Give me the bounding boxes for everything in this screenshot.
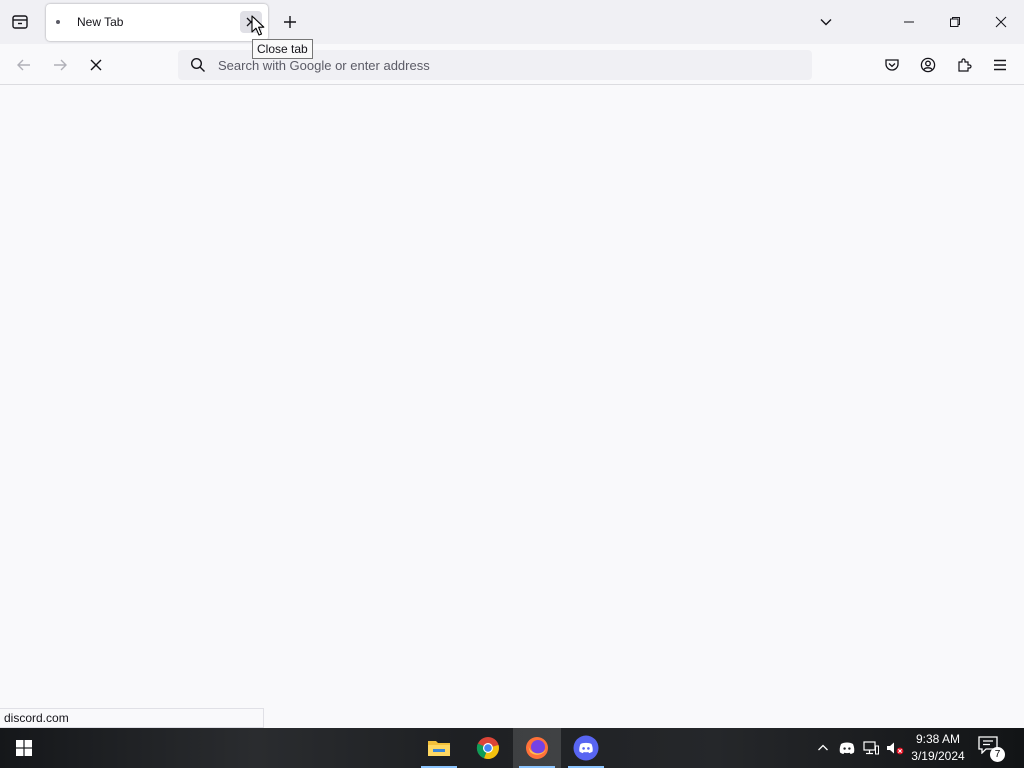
start-button[interactable] (0, 728, 48, 768)
minimize-button[interactable] (886, 0, 932, 44)
page-content (0, 85, 1024, 728)
window-close-button[interactable] (978, 0, 1024, 44)
file-explorer-icon (428, 741, 450, 756)
stop-icon (90, 59, 102, 71)
clock-time: 9:38 AM (915, 732, 961, 746)
chevron-up-icon (818, 744, 828, 751)
taskbar: 9:38 AM 3/19/2024 7 (0, 728, 1024, 768)
extensions-button[interactable] (949, 50, 979, 80)
search-icon (190, 57, 205, 72)
tab-new-tab[interactable]: New Tab (46, 4, 268, 41)
firefox-view-icon (12, 15, 28, 29)
discord-tray-icon (839, 742, 855, 754)
taskbar-clock[interactable]: 9:38 AM 3/19/2024 (906, 731, 970, 765)
restore-icon (950, 17, 960, 27)
mouse-cursor-icon (251, 15, 265, 36)
tray-discord[interactable] (837, 738, 857, 758)
chrome-icon (476, 737, 499, 760)
restore-button[interactable] (932, 0, 978, 44)
notification-count-badge: 7 (990, 747, 1005, 762)
hamburger-menu-icon (994, 59, 1006, 71)
firefox-view-button[interactable] (6, 8, 34, 36)
list-all-tabs-button[interactable] (812, 8, 840, 36)
taskbar-discord[interactable] (562, 728, 610, 768)
back-button[interactable] (9, 50, 39, 80)
arrow-left-icon (17, 59, 30, 71)
new-tab-button[interactable] (276, 8, 304, 36)
account-icon (920, 57, 936, 73)
app-menu-button[interactable] (985, 50, 1015, 80)
navigation-toolbar (0, 44, 1024, 85)
firefox-icon (526, 737, 548, 759)
plus-icon (284, 16, 296, 28)
status-panel: discord.com (0, 708, 264, 728)
taskbar-chrome[interactable] (464, 728, 512, 768)
tray-volume[interactable] (885, 738, 905, 758)
network-icon (863, 741, 879, 755)
arrow-right-icon (54, 59, 67, 71)
chevron-down-icon (820, 19, 832, 26)
close-tab-tooltip: Close tab (252, 39, 313, 59)
tab-loading-dot (56, 20, 60, 24)
discord-icon (573, 735, 599, 761)
close-icon (995, 16, 1007, 28)
account-button[interactable] (913, 50, 943, 80)
tab-title: New Tab (77, 15, 124, 29)
stop-button[interactable] (81, 50, 111, 80)
taskbar-firefox[interactable] (513, 728, 561, 768)
pocket-button[interactable] (877, 50, 907, 80)
pocket-icon (885, 59, 899, 71)
tray-network[interactable] (861, 738, 881, 758)
windows-logo-icon (16, 740, 32, 756)
volume-muted-icon (887, 742, 904, 755)
taskbar-file-explorer[interactable] (415, 728, 463, 768)
action-center-button[interactable]: 7 (978, 736, 1006, 762)
tab-strip: New Tab (0, 0, 1024, 44)
clock-date: 3/19/2024 (911, 749, 965, 763)
show-hidden-icons-button[interactable] (813, 738, 833, 758)
puzzle-icon (958, 58, 972, 72)
forward-button[interactable] (45, 50, 75, 80)
minimize-icon (904, 21, 914, 23)
